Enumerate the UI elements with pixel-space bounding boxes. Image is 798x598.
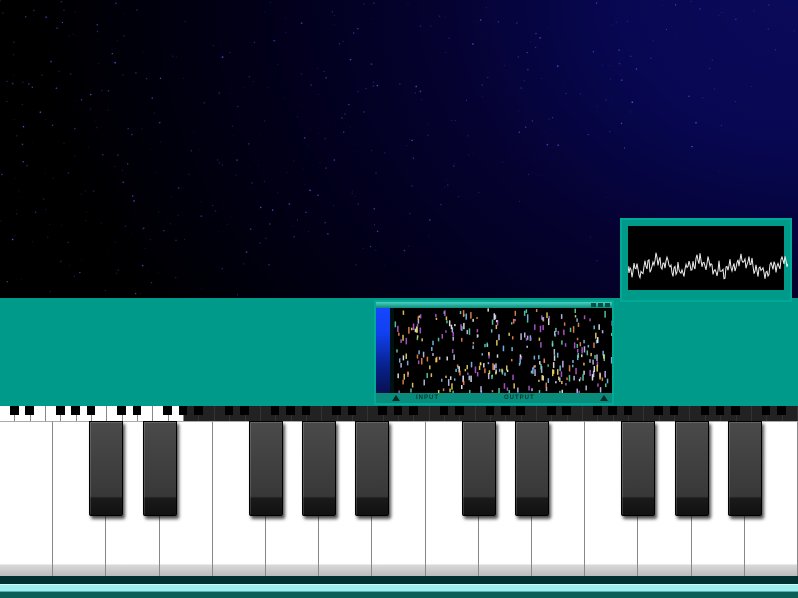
mini-black-key bbox=[71, 406, 80, 415]
black-key[interactable] bbox=[89, 421, 123, 516]
black-key[interactable] bbox=[355, 421, 389, 516]
mini-key[interactable] bbox=[322, 406, 337, 421]
mini-black-key bbox=[117, 406, 126, 415]
black-key[interactable] bbox=[249, 421, 283, 516]
mini-black-key bbox=[56, 406, 65, 415]
black-key[interactable] bbox=[143, 421, 177, 516]
mini-black-key bbox=[179, 406, 188, 415]
mini-key[interactable] bbox=[644, 406, 659, 421]
pattern-sequencer-window[interactable]: INPUT OUTPUT bbox=[374, 300, 614, 405]
input-label: INPUT bbox=[416, 395, 439, 401]
white-key[interactable] bbox=[0, 421, 53, 576]
black-key[interactable] bbox=[621, 421, 655, 516]
range-end-marker-icon[interactable] bbox=[600, 395, 608, 401]
mini-key[interactable] bbox=[752, 406, 767, 421]
mini-black-key bbox=[25, 406, 34, 415]
oscilloscope-window[interactable] bbox=[620, 218, 792, 302]
mini-key[interactable] bbox=[0, 406, 15, 421]
mini-black-key bbox=[87, 406, 96, 415]
window-control-icon[interactable] bbox=[591, 303, 596, 307]
piano-keyboard[interactable] bbox=[0, 421, 798, 576]
window-control-icon[interactable] bbox=[605, 303, 610, 307]
mini-black-key bbox=[10, 406, 19, 415]
mini-key[interactable] bbox=[107, 406, 122, 421]
black-key[interactable] bbox=[675, 421, 709, 516]
waveform-svg bbox=[628, 226, 788, 292]
black-key[interactable] bbox=[515, 421, 549, 516]
mini-black-key bbox=[163, 406, 172, 415]
range-start-marker-icon[interactable] bbox=[392, 395, 400, 401]
mini-key[interactable] bbox=[261, 406, 276, 421]
sequencer-notes-svg bbox=[394, 308, 612, 393]
mini-key[interactable] bbox=[215, 406, 230, 421]
black-key[interactable] bbox=[462, 421, 496, 516]
mini-key[interactable] bbox=[430, 406, 445, 421]
sequencer-note-canvas[interactable] bbox=[394, 308, 612, 393]
output-label: OUTPUT bbox=[504, 395, 535, 401]
mini-key[interactable] bbox=[583, 406, 598, 421]
sequencer-body bbox=[376, 308, 612, 393]
window-control-icon[interactable] bbox=[598, 303, 603, 307]
mini-key[interactable] bbox=[368, 406, 383, 421]
mini-key[interactable] bbox=[46, 406, 61, 421]
oscilloscope-display bbox=[628, 226, 784, 290]
bottom-rail bbox=[0, 576, 798, 598]
mini-key[interactable] bbox=[690, 406, 705, 421]
black-key[interactable] bbox=[302, 421, 336, 516]
keyboard-overview-strip[interactable] bbox=[0, 406, 798, 421]
mini-key[interactable] bbox=[537, 406, 552, 421]
black-key[interactable] bbox=[728, 421, 762, 516]
mini-key[interactable] bbox=[153, 406, 168, 421]
sequencer-labels: INPUT OUTPUT bbox=[376, 393, 612, 403]
sequencer-pitch-gutter[interactable] bbox=[376, 308, 390, 393]
mini-key[interactable] bbox=[476, 406, 491, 421]
mini-black-key bbox=[133, 406, 142, 415]
